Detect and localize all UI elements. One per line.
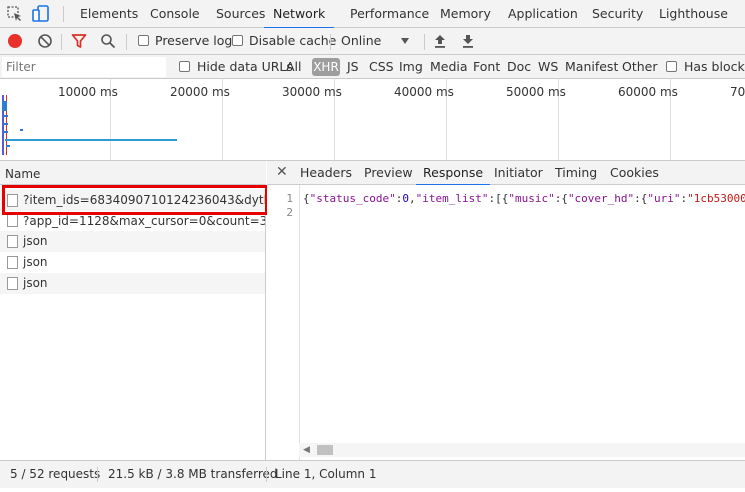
tab-elements[interactable]: Elements <box>80 0 138 27</box>
scrollbar-thumb[interactable] <box>317 445 333 455</box>
tab-initiator[interactable]: Initiator <box>494 161 543 184</box>
close-icon[interactable]: ✕ <box>276 161 288 184</box>
file-icon <box>7 256 18 269</box>
filter-type-js[interactable]: JS <box>347 55 359 78</box>
request-bar <box>4 115 8 117</box>
request-row[interactable]: json <box>0 273 265 294</box>
request-bar <box>6 145 10 147</box>
tab-application[interactable]: Application <box>508 0 578 27</box>
request-row[interactable]: json <box>0 252 265 273</box>
network-toolbar: Preserve log Disable cache Online <box>0 28 745 55</box>
highlight-annotation-box <box>2 185 268 215</box>
filter-type-xhr[interactable]: XHR <box>312 58 340 76</box>
tick-label: 30000 ms <box>282 85 342 99</box>
tab-headers[interactable]: Headers <box>300 161 352 184</box>
filter-bar: Hide data URLs All XHR JS CSS Img Media … <box>0 55 745 79</box>
tick-label: 20000 ms <box>170 85 230 99</box>
export-har-icon[interactable] <box>461 33 475 49</box>
network-overview[interactable]: 10000 ms 20000 ms 30000 ms 40000 ms 5000… <box>0 79 745 161</box>
status-divider <box>266 467 267 482</box>
line-number: 1 <box>286 192 293 205</box>
tick-label: 60000 ms <box>618 85 678 99</box>
file-icon <box>7 277 18 290</box>
throttling-select[interactable]: Online <box>341 28 381 54</box>
devtools-main-tabbar: Elements Console Sources Network Perform… <box>0 0 745 29</box>
status-divider <box>97 467 98 482</box>
disable-cache-label[interactable]: Disable cache <box>249 28 336 54</box>
tab-preview[interactable]: Preview <box>364 161 413 184</box>
tab-lighthouse[interactable]: Lighthouse <box>659 0 728 27</box>
file-icon <box>7 214 18 227</box>
cursor-position: Line 1, Column 1 <box>275 467 377 481</box>
tab-security[interactable]: Security <box>592 0 643 27</box>
tab-cookies[interactable]: Cookies <box>610 161 659 184</box>
response-code-line: {"status_code":0,"item_list":[{"music":{… <box>303 192 745 205</box>
toolbar-divider <box>330 34 331 50</box>
request-name: json <box>23 234 48 248</box>
chevron-down-icon[interactable] <box>401 38 409 44</box>
request-row[interactable]: json <box>0 231 265 252</box>
filter-icon[interactable] <box>71 33 87 49</box>
filter-type-img[interactable]: Img <box>399 55 423 78</box>
request-bar <box>4 123 8 125</box>
search-icon[interactable] <box>100 33 116 49</box>
line-number-gutter: 1 2 <box>267 185 300 460</box>
has-blocked-checkbox[interactable] <box>666 61 677 72</box>
request-name: json <box>23 255 48 269</box>
filter-type-css[interactable]: CSS <box>369 55 394 78</box>
request-bar <box>5 139 177 141</box>
tick-label: 50000 ms <box>506 85 566 99</box>
tab-response[interactable]: Response <box>416 161 491 186</box>
filter-type-doc[interactable]: Doc <box>507 55 531 78</box>
hide-data-urls-label[interactable]: Hide data URLs <box>197 55 293 78</box>
request-bar <box>20 129 23 131</box>
tab-console[interactable]: Console <box>150 0 200 27</box>
has-blocked-label[interactable]: Has blocked <box>684 55 745 78</box>
clear-icon[interactable] <box>37 33 53 49</box>
filter-type-media[interactable]: Media <box>430 55 468 78</box>
filter-type-manifest[interactable]: Manifest <box>565 55 618 78</box>
filter-type-ws[interactable]: WS <box>538 55 558 78</box>
line-number: 2 <box>286 206 293 219</box>
disable-cache-checkbox[interactable] <box>232 35 243 46</box>
request-bar <box>2 101 7 111</box>
inspect-element-icon[interactable] <box>6 5 24 23</box>
hide-data-urls-checkbox[interactable] <box>179 61 190 72</box>
device-toolbar-icon[interactable] <box>31 4 51 24</box>
detail-tabbar: ✕ Headers Preview Response Initiator Tim… <box>267 161 745 186</box>
toolbar-divider <box>424 34 425 50</box>
tab-performance[interactable]: Performance <box>350 0 429 27</box>
request-list-header: Name <box>0 161 266 185</box>
response-viewer[interactable]: 1 2 {"status_code":0,"item_list":[{"musi… <box>267 185 745 460</box>
tick-label: 700 <box>730 85 745 99</box>
tab-sources[interactable]: Sources <box>216 0 265 27</box>
status-bar: 5 / 52 requests 21.5 kB / 3.8 MB transfe… <box>0 460 745 488</box>
tab-timing[interactable]: Timing <box>555 161 597 184</box>
request-bar <box>4 131 8 133</box>
tick-label: 40000 ms <box>394 85 454 99</box>
filter-type-font[interactable]: Font <box>473 55 500 78</box>
request-list: ?item_ids=6834090710124236043&dytk=8... … <box>0 185 266 460</box>
scroll-left-icon[interactable]: ◀ <box>303 445 310 455</box>
name-column-header[interactable]: Name <box>5 167 40 181</box>
file-icon <box>7 235 18 248</box>
preserve-log-label[interactable]: Preserve log <box>155 28 232 54</box>
toolbar-divider <box>61 34 62 50</box>
import-har-icon[interactable] <box>433 33 447 49</box>
tabbar-divider <box>63 6 64 22</box>
tab-network[interactable]: Network <box>264 0 335 29</box>
record-icon[interactable] <box>8 34 22 48</box>
request-count: 5 / 52 requests <box>10 467 101 481</box>
transfer-size: 21.5 kB / 3.8 MB transferred <box>108 467 278 481</box>
preserve-log-checkbox[interactable] <box>138 35 149 46</box>
horizontal-scrollbar[interactable]: ◀ <box>299 443 745 457</box>
request-name: json <box>23 276 48 290</box>
filter-type-other[interactable]: Other <box>622 55 658 78</box>
toolbar-divider <box>126 34 127 50</box>
filter-type-all[interactable]: All <box>286 55 302 78</box>
tab-memory[interactable]: Memory <box>440 0 491 27</box>
tick-label: 10000 ms <box>58 85 118 99</box>
filter-input[interactable] <box>2 57 166 77</box>
